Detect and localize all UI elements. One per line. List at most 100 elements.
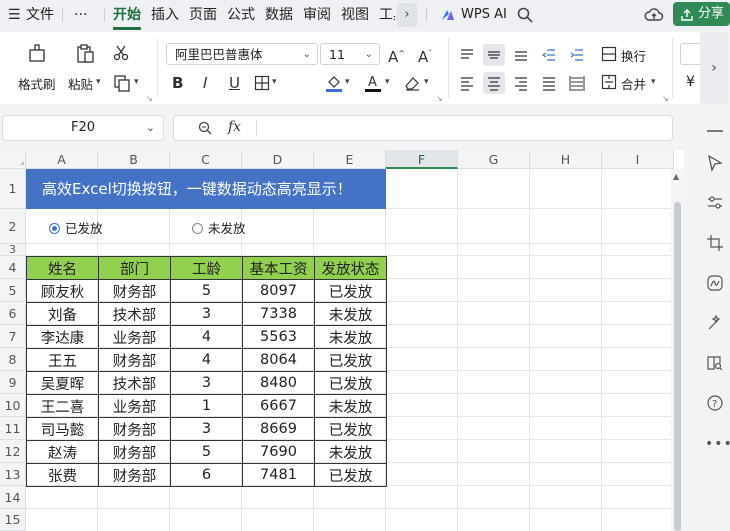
more-icon[interactable]: ··· (74, 5, 87, 25)
column-header-g[interactable]: G (458, 150, 530, 169)
column-header-h[interactable]: H (530, 150, 602, 169)
underline-button[interactable]: U (229, 74, 240, 92)
table-cell[interactable]: 财务部 (98, 279, 171, 303)
table-cell[interactable]: 未发放 (314, 325, 387, 349)
handwriting-icon[interactable] (705, 274, 725, 294)
column-header-e[interactable]: E (314, 150, 386, 169)
tab-insert[interactable]: 插入 (151, 5, 179, 25)
hamburger-menu-icon[interactable]: ☰ (8, 5, 21, 25)
header-cell-status[interactable]: 发放状态 (314, 256, 387, 280)
magic-tools-icon[interactable] (705, 314, 725, 334)
row-header-6[interactable]: 6 (0, 302, 26, 325)
chevron-down-icon[interactable]: ▾ (385, 77, 390, 87)
row-header-8[interactable]: 8 (0, 348, 26, 371)
more-options-icon[interactable]: ••• (705, 434, 730, 454)
align-center-icon[interactable] (486, 75, 502, 91)
table-cell[interactable]: 已发放 (314, 371, 387, 395)
table-cell[interactable]: 技术部 (98, 371, 171, 395)
header-cell-base-salary[interactable]: 基本工资 (242, 256, 315, 280)
scrollbar-thumb[interactable] (674, 202, 681, 531)
tab-review[interactable]: 审阅 (303, 5, 331, 25)
table-cell[interactable]: 8097 (242, 279, 315, 303)
copy-icon[interactable] (113, 74, 131, 92)
chevron-down-icon[interactable]: ▾ (134, 77, 139, 87)
table-cell[interactable]: 3 (170, 371, 243, 395)
table-cell[interactable]: 6667 (242, 394, 315, 418)
align-top-icon[interactable] (459, 47, 475, 63)
table-cell[interactable]: 7690 (242, 440, 315, 464)
indent-decrease-icon[interactable] (541, 47, 557, 63)
row-header-5[interactable]: 5 (0, 279, 26, 302)
dialog-launcher-icon[interactable]: ↘ (436, 94, 443, 103)
currency-format-button[interactable]: ¥ (686, 74, 695, 90)
align-right-icon[interactable] (513, 75, 529, 91)
align-left-icon[interactable] (459, 75, 475, 91)
fill-color-icon[interactable] (325, 73, 343, 93)
table-cell[interactable]: 1 (170, 394, 243, 418)
chevron-right-icon[interactable]: › (397, 3, 417, 27)
paste-button[interactable]: 粘贴 (68, 74, 93, 93)
table-cell[interactable]: 8480 (242, 371, 315, 395)
table-cell[interactable]: 赵涛 (26, 440, 99, 464)
chevron-down-icon[interactable]: ▾ (96, 77, 101, 87)
table-cell[interactable]: 5 (170, 440, 243, 464)
table-cell[interactable]: 张费 (26, 463, 99, 487)
table-cell[interactable]: 已发放 (314, 279, 387, 303)
column-header-a[interactable]: A (26, 150, 98, 169)
search-icon[interactable] (516, 6, 534, 24)
name-box[interactable]: F20 ⌄ (2, 115, 164, 141)
cursor-select-icon[interactable] (705, 154, 725, 174)
row-header-2[interactable]: 2 (0, 209, 26, 244)
table-cell[interactable]: 李达康 (26, 325, 99, 349)
dialog-launcher-icon[interactable]: ↘ (662, 94, 669, 103)
column-header-d[interactable]: D (242, 150, 314, 169)
row-header-12[interactable]: 12 (0, 440, 26, 463)
row-header-15[interactable]: 15 (0, 509, 26, 531)
tab-tools[interactable]: 工具 (379, 5, 395, 25)
row-header-14[interactable]: 14 (0, 486, 26, 509)
table-cell[interactable]: 4 (170, 348, 243, 372)
row-header-1[interactable]: 1 (0, 169, 26, 209)
number-format-select[interactable] (680, 43, 700, 65)
font-name-select[interactable]: 阿里巴巴普惠体 ⌄ (166, 43, 318, 65)
italic-button[interactable]: I (203, 74, 207, 92)
eraser-icon[interactable] (403, 74, 421, 92)
table-cell[interactable]: 财务部 (98, 348, 171, 372)
tab-data[interactable]: 数据 (265, 5, 293, 25)
chevron-down-icon[interactable]: ⌄ (146, 116, 155, 140)
table-cell[interactable]: 6 (170, 463, 243, 487)
help-icon[interactable]: ? (705, 394, 725, 414)
book-search-icon[interactable] (705, 354, 725, 374)
spreadsheet-grid[interactable]: A B C D E F G H I 1 2 3 4 5 6 7 8 9 10 1… (0, 150, 684, 531)
header-cell-department[interactable]: 部门 (98, 256, 171, 280)
column-header-f[interactable]: F (386, 150, 458, 169)
table-cell[interactable]: 5 (170, 279, 243, 303)
table-cell[interactable]: 财务部 (98, 463, 171, 487)
table-cell[interactable]: 已发放 (314, 417, 387, 441)
font-shrink-button[interactable]: Aˇ (418, 45, 432, 66)
table-cell[interactable]: 司马懿 (26, 417, 99, 441)
table-cell[interactable]: 王五 (26, 348, 99, 372)
font-grow-button[interactable]: A^ (388, 45, 405, 66)
table-cell[interactable]: 财务部 (98, 440, 171, 464)
header-cell-name[interactable]: 姓名 (26, 256, 99, 280)
wps-ai-button[interactable]: WPS AI (461, 5, 507, 25)
zoom-search-icon[interactable] (197, 120, 213, 136)
row-header-11[interactable]: 11 (0, 417, 26, 440)
menu-file[interactable]: 文件 (26, 5, 54, 25)
chevron-down-icon[interactable]: ▾ (272, 77, 277, 87)
font-size-select[interactable]: 11 ⌄ (320, 43, 380, 65)
table-cell[interactable]: 业务部 (98, 394, 171, 418)
table-cell[interactable]: 刘备 (26, 302, 99, 326)
tab-view[interactable]: 视图 (341, 5, 369, 25)
chevron-down-icon[interactable]: ▾ (345, 77, 350, 87)
table-cell[interactable]: 吴夏晖 (26, 371, 99, 395)
merge-button[interactable]: 合并 (621, 74, 646, 93)
table-cell[interactable]: 8669 (242, 417, 315, 441)
scissors-icon[interactable] (112, 44, 130, 62)
table-cell[interactable]: 王二喜 (26, 394, 99, 418)
table-cell[interactable]: 已发放 (314, 348, 387, 372)
chevron-down-icon[interactable]: ▾ (651, 77, 656, 87)
scroll-up-icon[interactable]: ▲ (673, 172, 679, 181)
distributed-align-icon[interactable] (569, 75, 585, 91)
